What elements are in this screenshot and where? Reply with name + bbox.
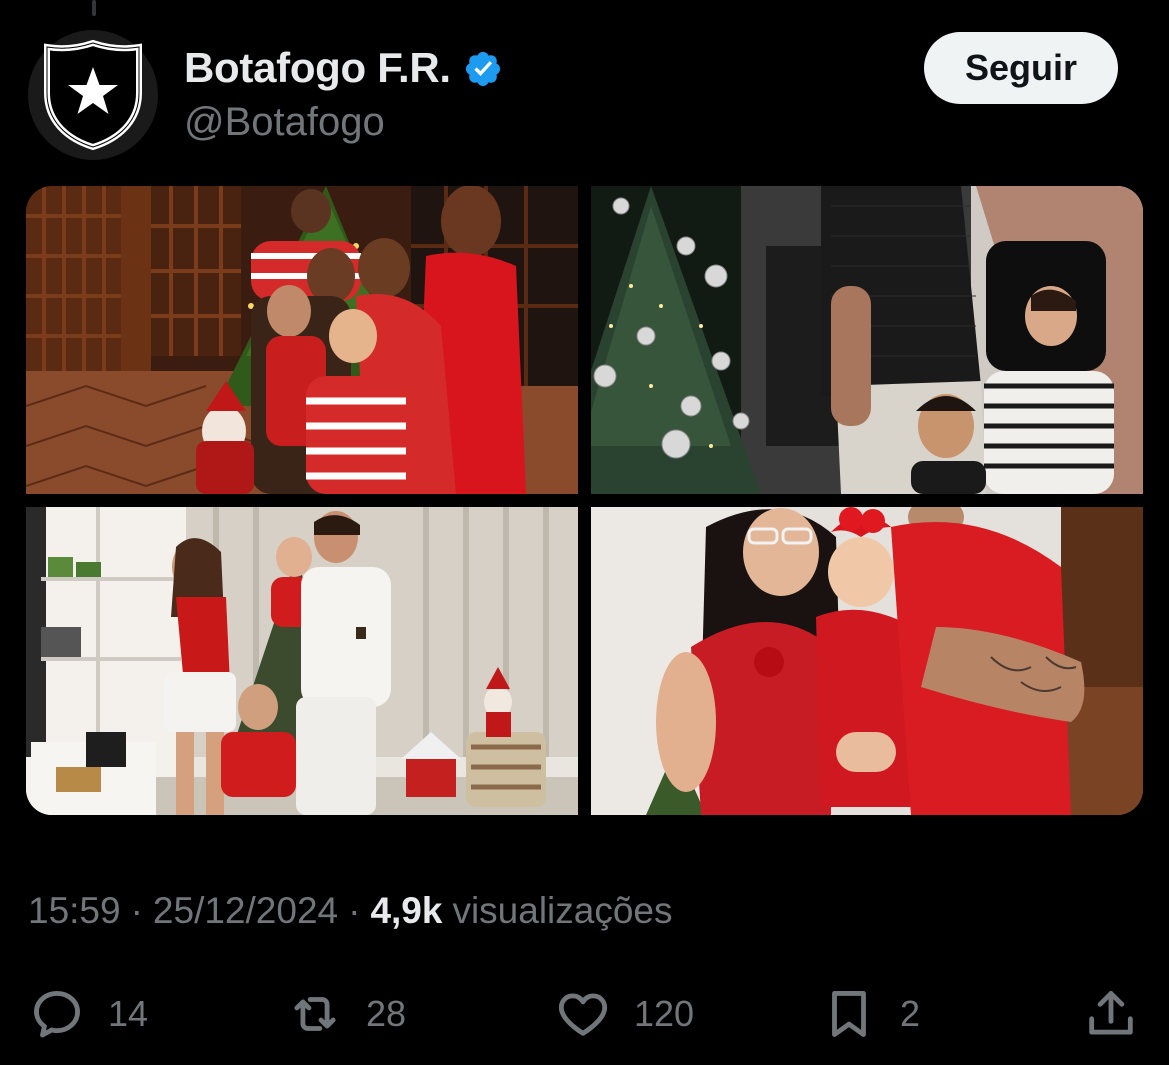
bookmark-button[interactable]: 2 <box>820 978 920 1050</box>
bookmark-count: 2 <box>900 993 921 1034</box>
family-photo-3[interactable] <box>26 507 578 815</box>
like-count: 120 <box>634 993 695 1034</box>
display-name-row[interactable]: Botafogo F.R. <box>184 44 503 92</box>
thread-line <box>92 0 96 16</box>
meta-separator: · <box>348 890 361 931</box>
botafogo-star-shield-icon <box>44 39 142 151</box>
media-grid <box>26 186 1143 815</box>
share-button[interactable] <box>1082 978 1140 1050</box>
family-photo-4[interactable] <box>591 507 1143 815</box>
share-icon <box>1089 991 1133 1035</box>
retweet-icon <box>294 997 336 1031</box>
heart-icon <box>558 993 608 1036</box>
tweet-meta: 15:59 · 25/12/2024 · 4,9k visualizações <box>28 890 673 932</box>
retweet-count: 28 <box>366 993 407 1034</box>
verified-badge-icon <box>465 51 500 87</box>
profile-avatar[interactable] <box>28 30 158 160</box>
views-count[interactable]: 4,9k <box>370 890 442 932</box>
bookmark-icon <box>832 991 866 1037</box>
like-button[interactable]: 120 <box>554 978 694 1050</box>
retweet-button[interactable]: 28 <box>286 978 406 1050</box>
tweet-date[interactable]: 25/12/2024 <box>153 890 338 932</box>
reply-icon <box>34 991 80 1038</box>
display-name[interactable]: Botafogo F.R. <box>184 44 451 92</box>
action-bar: 14 28 120 2 <box>0 978 1169 1050</box>
reply-button[interactable]: 14 <box>28 978 148 1050</box>
tweet-time[interactable]: 15:59 <box>28 890 121 932</box>
meta-separator: · <box>130 890 143 931</box>
views-label: visualizações <box>452 890 673 931</box>
user-handle[interactable]: @Botafogo <box>184 100 385 145</box>
family-photo-1[interactable] <box>26 186 578 494</box>
family-photo-2[interactable] <box>591 186 1143 494</box>
reply-count: 14 <box>108 993 149 1034</box>
follow-button[interactable]: Seguir <box>924 32 1118 104</box>
